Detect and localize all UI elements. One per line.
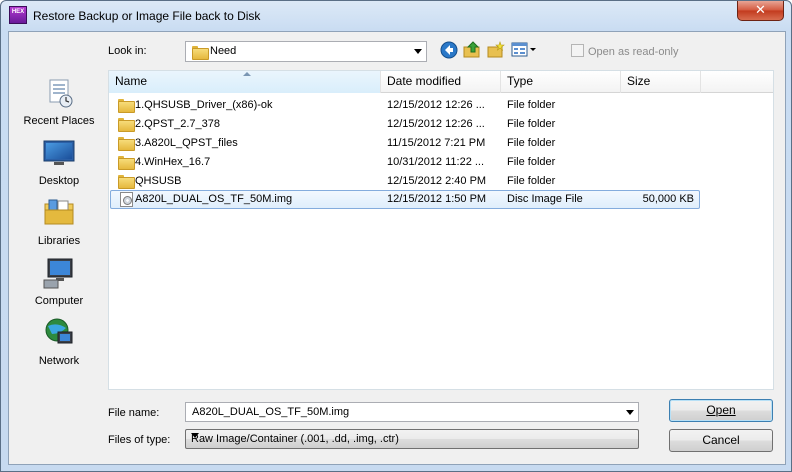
place-label: Network: [38, 355, 80, 367]
file-row[interactable]: QHSUSB 12/15/2012 2:40 PM File folder: [110, 172, 700, 191]
cancel-button[interactable]: Cancel: [669, 429, 773, 452]
file-date: 12/15/2012 1:50 PM: [387, 193, 487, 205]
file-date: 11/15/2012 7:21 PM: [387, 137, 486, 149]
column-label: Type: [507, 74, 534, 88]
file-name: 3.A820L_QPST_files: [135, 137, 238, 149]
look-in-value: Need: [210, 45, 237, 57]
list-header: Name Date modified Type Size: [109, 71, 773, 93]
file-type: File folder: [507, 118, 556, 130]
file-type: Disc Image File: [507, 193, 583, 205]
file-date: 12/15/2012 12:26 ...: [387, 99, 485, 111]
file-row[interactable]: 3.A820L_QPST_files 11/15/2012 7:21 PM Fi…: [110, 134, 700, 153]
computer-icon: [43, 258, 73, 289]
file-type: File folder: [507, 156, 556, 168]
file-name: 2.QPST_2.7_378: [135, 118, 221, 130]
column-header-type[interactable]: Type: [501, 71, 621, 93]
column-label: Name: [115, 74, 148, 88]
file-row[interactable]: 4.WinHex_16.7 10/31/2012 11:22 ... File …: [110, 153, 700, 172]
folder-icon: [118, 175, 135, 189]
file-row[interactable]: 1.QHSUSB_Driver_(x86)-ok 12/15/2012 12:2…: [110, 96, 700, 115]
cancel-button-label: Cancel: [702, 433, 740, 447]
disc-image-icon: [120, 192, 133, 207]
place-recent-places[interactable]: Recent Places: [12, 76, 106, 127]
column-label: Size: [627, 74, 651, 88]
file-row[interactable]: 2.QPST_2.7_378 12/15/2012 12:26 ... File…: [110, 115, 700, 134]
chevron-down-icon: [191, 433, 199, 438]
sort-ascending-icon: [243, 72, 251, 76]
file-name: 4.WinHex_16.7: [135, 156, 211, 168]
file-name: 1.QHSUSB_Driver_(x86)-ok: [135, 99, 273, 111]
file-size: 50,000 KB: [642, 193, 694, 205]
folder-icon: [118, 137, 135, 151]
place-desktop[interactable]: Desktop: [12, 136, 106, 187]
file-list[interactable]: Name Date modified Type Size 1.QHSUSB_Dr…: [108, 70, 774, 390]
look-in-dropdown[interactable]: Need: [185, 41, 427, 62]
file-type: File folder: [507, 99, 556, 111]
recent-places-icon: [49, 79, 73, 108]
place-label: Desktop: [38, 175, 80, 187]
libraries-icon: [44, 199, 74, 225]
place-computer[interactable]: Computer: [12, 256, 106, 307]
file-date: 10/31/2012 11:22 ...: [387, 156, 485, 168]
column-header-size[interactable]: Size: [621, 71, 701, 93]
new-folder-icon[interactable]: [487, 41, 505, 59]
file-type-value: Raw Image/Container (.001, .dd, .img, .c…: [191, 433, 399, 445]
close-icon: ✕: [755, 2, 766, 17]
chevron-down-icon: [414, 49, 422, 54]
close-button[interactable]: ✕: [737, 1, 784, 21]
file-name: A820L_DUAL_OS_TF_50M.img: [135, 193, 293, 205]
dialog-window: HEX Restore Backup or Image File back to…: [0, 0, 792, 472]
place-label: Recent Places: [23, 115, 95, 127]
file-name-input[interactable]: [188, 404, 618, 420]
file-type: File folder: [507, 137, 556, 149]
file-type-label: Files of type:: [108, 434, 171, 446]
open-button-label: Open: [706, 403, 736, 417]
folder-icon: [118, 99, 135, 113]
file-date: 12/15/2012 12:26 ...: [387, 118, 485, 130]
desktop-icon: [43, 140, 75, 165]
places-bar: Recent Places Desktop Libraries Computer…: [12, 70, 106, 390]
place-label: Computer: [34, 295, 84, 307]
file-date: 12/15/2012 2:40 PM: [387, 175, 487, 187]
look-in-label: Look in:: [108, 45, 147, 57]
file-type: File folder: [507, 175, 556, 187]
view-menu-icon[interactable]: [511, 41, 537, 59]
file-type-select[interactable]: Raw Image/Container (.001, .dd, .img, .c…: [185, 429, 639, 449]
folder-icon: [118, 118, 135, 132]
file-name-label: File name:: [108, 407, 160, 419]
place-network[interactable]: Network: [12, 316, 106, 367]
chevron-down-icon[interactable]: [626, 410, 634, 415]
open-button[interactable]: Open: [669, 399, 773, 422]
dialog-client: Look in: Need Open as read-only Recent P…: [8, 31, 786, 465]
folder-icon: [192, 46, 209, 60]
file-name: QHSUSB: [135, 175, 182, 187]
column-label: Date modified: [387, 74, 462, 88]
folder-icon: [118, 156, 135, 170]
place-libraries[interactable]: Libraries: [12, 196, 106, 247]
network-icon: [45, 318, 73, 344]
winhex-app-icon: HEX: [9, 6, 27, 24]
file-row-selected[interactable]: A820L_DUAL_OS_TF_50M.img 12/15/2012 1:50…: [110, 190, 700, 209]
checkbox-box[interactable]: [571, 44, 584, 57]
column-header-date[interactable]: Date modified: [381, 71, 501, 93]
back-icon[interactable]: [440, 41, 458, 59]
read-only-checkbox[interactable]: Open as read-only: [571, 44, 679, 58]
title-bar[interactable]: HEX Restore Backup or Image File back to…: [1, 1, 791, 31]
place-label: Libraries: [37, 235, 81, 247]
column-header-name[interactable]: Name: [109, 71, 381, 93]
up-folder-icon[interactable]: [463, 41, 481, 59]
file-name-combo[interactable]: [185, 402, 639, 422]
read-only-label: Open as read-only: [588, 46, 679, 58]
window-title: Restore Backup or Image File back to Dis…: [33, 9, 261, 23]
